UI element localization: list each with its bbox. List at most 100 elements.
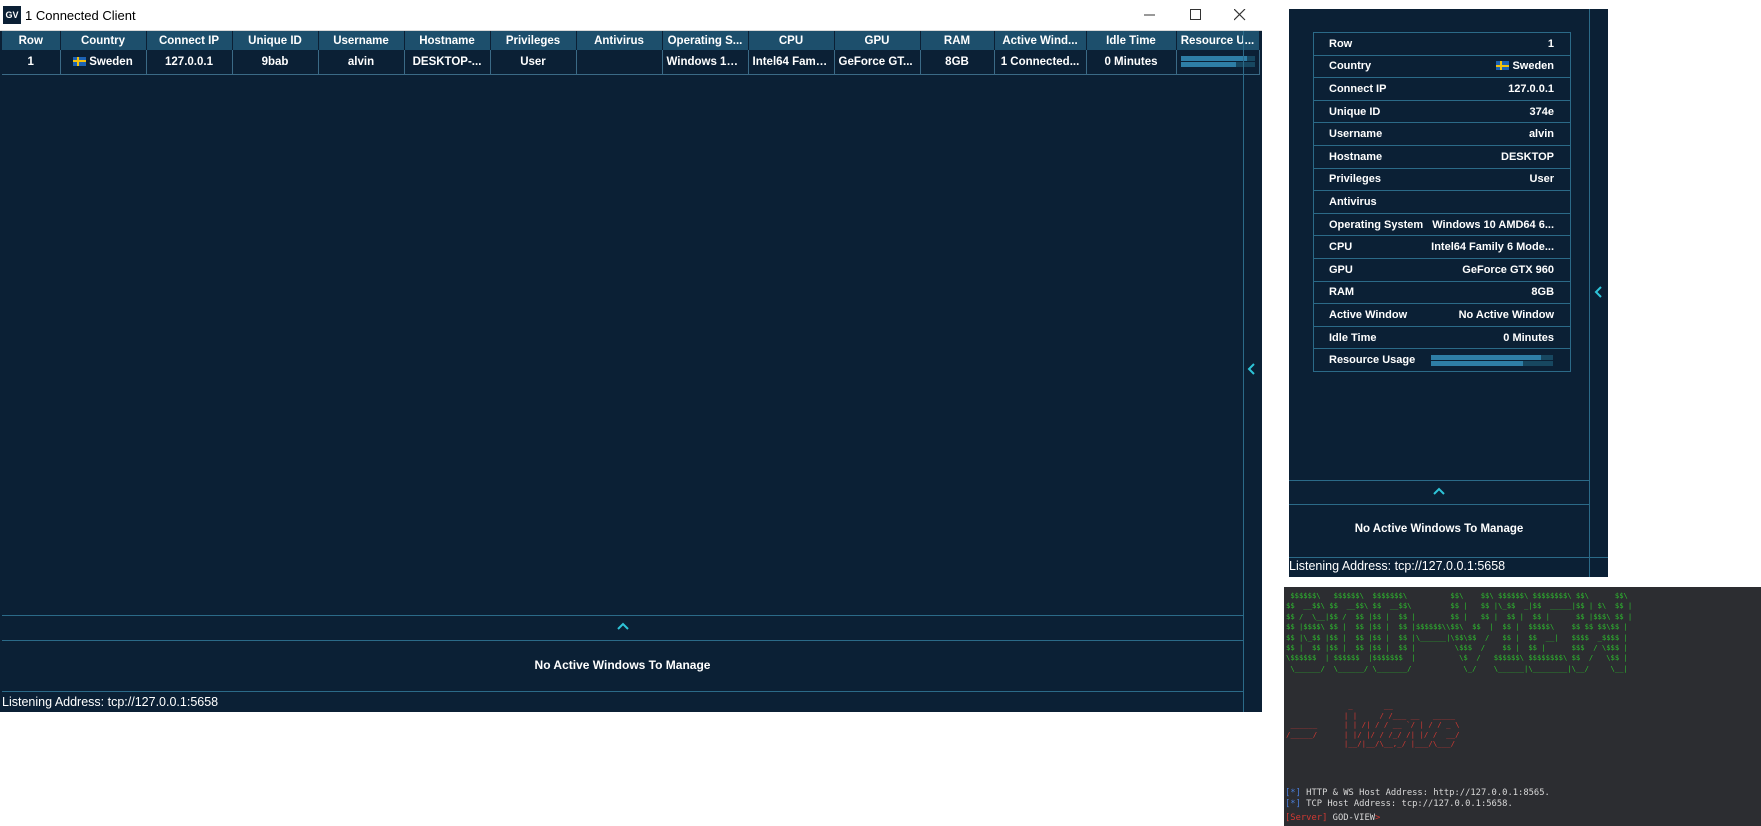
close-icon — [1234, 9, 1246, 21]
title-bar: GV 1 Connected Client — [0, 0, 1262, 31]
detail-row: Idle Time 0 Minutes — [1313, 325, 1572, 350]
divider — [2, 691, 1243, 692]
cell-resource-usage — [1176, 50, 1260, 75]
detail-row: Hostname DESKTOP — [1313, 144, 1572, 169]
chevron-left-icon[interactable] — [1247, 362, 1257, 376]
detail-row: Row 1 — [1313, 32, 1572, 56]
app-logo-icon: GV — [3, 6, 21, 24]
minimize-button[interactable] — [1127, 0, 1173, 31]
detail-key: Resource Usage — [1313, 348, 1428, 372]
column-header-hostname[interactable]: Hostname — [404, 31, 491, 50]
divider — [1289, 504, 1589, 505]
chevron-up-icon[interactable] — [616, 621, 630, 631]
detail-key: RAM — [1313, 280, 1428, 305]
server-console[interactable]: $$$$$$\ $$$$$$\ $$$$$$$\ $$\ $$\ $$$$$$\… — [1284, 587, 1761, 826]
divider — [1289, 480, 1589, 481]
detail-key: Active Window — [1313, 303, 1428, 327]
detail-row: Privileges User — [1313, 167, 1572, 192]
detail-key: Privileges — [1313, 167, 1428, 192]
resource-usage-bar — [1431, 355, 1541, 361]
column-header-gpu[interactable]: GPU — [834, 31, 921, 50]
detail-key: Row — [1313, 32, 1428, 56]
detail-value: 8GB — [1427, 280, 1572, 305]
detail-row: Connect IP 127.0.0.1 — [1313, 77, 1572, 101]
cell-username: alvin — [318, 50, 405, 75]
detail-value: 0 Minutes — [1427, 325, 1572, 350]
maximize-button[interactable] — [1173, 0, 1219, 31]
console-line-text: TCP Host Address: tcp://127.0.0.1:5658. — [1300, 799, 1513, 809]
detail-value — [1427, 190, 1572, 214]
resource-usage-bar — [1431, 361, 1523, 367]
detail-value: 1 — [1427, 32, 1572, 56]
column-header-operating-system[interactable]: Operating S... — [662, 31, 749, 50]
detail-key: Idle Time — [1313, 325, 1428, 350]
no-active-windows-message: No Active Windows To Manage — [1354, 523, 1524, 535]
window-title: 1 Connected Client — [25, 8, 136, 23]
prompt-tag: [Server] — [1285, 813, 1328, 823]
client-details-table: Row 1 Country Sweden Connect IP 127.0.0.1 Uniq… — [1313, 32, 1572, 372]
minimize-icon — [1144, 14, 1155, 16]
detail-key: Hostname — [1313, 144, 1428, 169]
console-line: [*] TCP Host Address: tcp://127.0.0.1:56… — [1285, 799, 1513, 810]
column-header-privileges[interactable]: Privileges — [490, 31, 577, 50]
cell-hostname: DESKTOP-... — [404, 50, 491, 75]
detail-value — [1427, 348, 1572, 372]
close-button[interactable] — [1217, 0, 1263, 31]
main-window: GV 1 Connected Client Row Country Connec… — [0, 0, 1262, 712]
console-prompt[interactable]: [Server] GOD-VIEW> — [1285, 813, 1380, 824]
column-header-row[interactable]: Row — [2, 31, 61, 50]
detail-value: Windows 10 AMD64 6... — [1427, 212, 1572, 237]
cell-connect-ip: 127.0.0.1 — [146, 50, 233, 75]
detail-row: GPU GeForce GTX 960 — [1313, 257, 1572, 282]
wave-ascii-banner: _ __ | | / /___ __ _____ ______ | | /| /… — [1286, 701, 1460, 749]
prompt-arrow: > — [1375, 813, 1381, 823]
detail-key: Operating System — [1313, 212, 1428, 237]
detail-row: Active Window No Active Window — [1313, 303, 1572, 327]
column-header-country[interactable]: Country — [60, 31, 147, 50]
column-header-cpu[interactable]: CPU — [748, 31, 835, 50]
column-header-username[interactable]: Username — [318, 31, 405, 50]
details-splitter[interactable] — [1243, 31, 1244, 712]
column-header-antivirus[interactable]: Antivirus — [576, 31, 663, 50]
console-line-text: HTTP & WS Host Address: http://127.0.0.1… — [1300, 788, 1550, 798]
windows-panel-divider — [2, 615, 1243, 616]
column-header-active-window[interactable]: Active Wind... — [994, 31, 1087, 50]
cell-privileges: User — [490, 50, 577, 75]
chevron-left-icon[interactable] — [1594, 285, 1604, 299]
detail-key: Connect IP — [1313, 77, 1428, 101]
cell-operating-system: Windows 10 ... — [662, 50, 749, 75]
country-name: Sweden — [1512, 60, 1555, 73]
chevron-up-icon[interactable] — [1432, 486, 1446, 496]
column-header-idle-time[interactable]: Idle Time — [1086, 31, 1177, 50]
detail-value: Sweden — [1427, 54, 1572, 79]
detail-value: alvin — [1427, 122, 1572, 146]
cell-gpu: GeForce GT... — [834, 50, 921, 75]
divider — [1289, 557, 1608, 558]
detail-key: Unique ID — [1313, 99, 1428, 124]
sweden-flag-icon — [1496, 61, 1510, 71]
clients-table: Row Country Connect IP Unique ID Usernam… — [2, 31, 1260, 75]
detail-row: Unique ID 374e — [1313, 99, 1572, 124]
listening-address: Listening Address: tcp://127.0.0.1:5658 — [1289, 559, 1506, 573]
cell-idle-time: 0 Minutes — [1086, 50, 1177, 75]
detail-value: 374e — [1427, 99, 1572, 124]
detail-key: Antivirus — [1313, 190, 1428, 214]
column-header-unique-id[interactable]: Unique ID — [232, 31, 319, 50]
column-header-connect-ip[interactable]: Connect IP — [146, 31, 233, 50]
client-details-window: Row 1 Country Sweden Connect IP 127.0.0.1 Uniq… — [1289, 9, 1608, 577]
column-header-ram[interactable]: RAM — [920, 31, 995, 50]
prompt-text: GOD-VIEW — [1327, 813, 1376, 823]
detail-row: CPU Intel64 Family 6 Mode... — [1313, 235, 1572, 259]
details-splitter[interactable] — [1589, 9, 1590, 577]
detail-key: Country — [1313, 54, 1428, 79]
detail-row: RAM 8GB — [1313, 280, 1572, 305]
cell-unique-id: 9bab — [232, 50, 319, 75]
detail-value: DESKTOP — [1427, 144, 1572, 169]
column-header-resource-usage[interactable]: Resource U... — [1176, 31, 1260, 50]
table-row[interactable]: 1 Sweden 127.0.0.1 9bab alvin DESKTOP-..… — [2, 50, 1260, 75]
cell-active-window: 1 Connected... — [994, 50, 1087, 75]
detail-row: Resource Usage — [1313, 348, 1572, 372]
detail-row: Username alvin — [1313, 122, 1572, 146]
detail-row: Antivirus — [1313, 190, 1572, 214]
god-view-ascii-banner: $$$$$$\ $$$$$$\ $$$$$$$\ $$\ $$\ $$$$$$\… — [1286, 591, 1633, 673]
